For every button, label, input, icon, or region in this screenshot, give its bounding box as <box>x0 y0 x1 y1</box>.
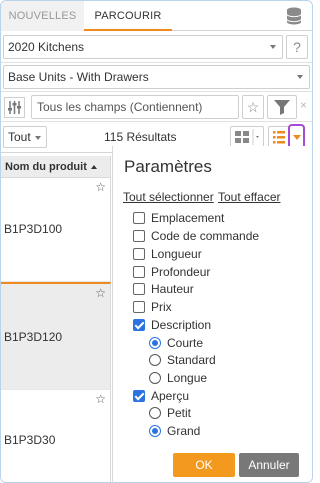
grid-view-button[interactable] <box>230 126 264 148</box>
option-label: Prix <box>151 300 172 314</box>
category-select[interactable]: Base Units - With Drawers <box>3 65 310 89</box>
filter-button[interactable] <box>267 95 297 119</box>
list-item[interactable]: ☆ B1P3D100 <box>1 178 111 282</box>
sort-ascending-icon <box>90 165 97 170</box>
catalog-select[interactable]: 2020 Kitchens <box>3 35 283 59</box>
list-item[interactable]: ☆ B1P3D30 <box>1 390 111 482</box>
search-input[interactable] <box>31 95 239 119</box>
option-label: Code de commande <box>151 229 260 243</box>
option-label: Hauteur <box>151 282 194 296</box>
checkbox[interactable] <box>133 212 145 224</box>
settings-title: Paramètres <box>124 157 212 176</box>
option-label: Aperçu <box>151 389 190 403</box>
favorite-star-icon[interactable]: ☆ <box>95 286 106 300</box>
ok-button[interactable]: OK <box>173 453 235 477</box>
cancel-button[interactable]: Annuler <box>239 453 299 477</box>
option-label: Standard <box>167 353 216 367</box>
app-frame: NOUVELLES PARCOURIR 2020 Kitchens ? Base… <box>0 0 313 483</box>
list-item[interactable]: ☆ B1P3D120 <box>1 282 111 390</box>
option-label: Grand <box>167 424 201 438</box>
column-header-product-name[interactable]: Nom du produit <box>1 156 111 178</box>
product-name: B1P3D120 <box>4 330 63 344</box>
favorite-star-button[interactable]: ☆ <box>242 95 264 119</box>
checkbox[interactable] <box>133 266 145 278</box>
chevron-down-icon <box>35 136 41 140</box>
option-label: Courte <box>167 336 204 350</box>
chevron-down-icon <box>293 135 301 140</box>
checkbox-checked[interactable] <box>133 319 145 331</box>
settings-panel: Paramètres Tout sélectionner Tout efface… <box>112 146 312 482</box>
option-label: Description <box>151 318 212 332</box>
radio-selected[interactable] <box>149 425 161 437</box>
filter-dropdown[interactable]: Tout <box>3 126 47 148</box>
radio-selected[interactable] <box>149 337 161 349</box>
checkbox[interactable] <box>133 248 145 260</box>
checkbox-checked[interactable] <box>133 390 145 402</box>
radio[interactable] <box>149 372 161 384</box>
field-filter-icon[interactable] <box>4 97 28 119</box>
favorite-star-icon[interactable]: ☆ <box>95 392 106 406</box>
option-label: Profondeur <box>151 265 211 279</box>
product-name: B1P3D100 <box>4 222 63 236</box>
tab-bar: NOUVELLES PARCOURIR <box>1 1 312 31</box>
category-row: Base Units - With Drawers <box>1 63 312 92</box>
product-name: B1P3D30 <box>4 433 56 447</box>
option-label: Emplacement <box>151 211 225 225</box>
category-select-value: Base Units - With Drawers <box>8 70 149 84</box>
filter-dropdown-value: Tout <box>8 130 31 144</box>
option-label: Petit <box>167 406 192 420</box>
radio[interactable] <box>149 354 161 366</box>
option-label: Longueur <box>151 247 202 261</box>
search-row: ☆ × <box>1 92 312 122</box>
clear-all-link[interactable]: Tout effacer <box>218 190 280 204</box>
funnel-icon <box>274 100 290 115</box>
checkbox[interactable] <box>133 301 145 313</box>
grid-view-icon <box>235 129 259 145</box>
list-view-icon <box>273 131 285 144</box>
checkbox[interactable] <box>133 283 145 295</box>
tab-nouvelles[interactable]: NOUVELLES <box>1 1 84 31</box>
radio[interactable] <box>149 407 161 419</box>
option-label: Longue <box>167 371 208 385</box>
favorite-star-icon[interactable]: ☆ <box>95 180 106 194</box>
chevron-down-icon <box>297 75 303 79</box>
chevron-down-icon <box>270 45 276 49</box>
checkbox[interactable] <box>133 230 145 242</box>
column-header-label: Nom du produit <box>5 161 87 173</box>
catalog-row: 2020 Kitchens ? <box>1 32 312 63</box>
catalog-select-value: 2020 Kitchens <box>8 40 85 54</box>
select-all-link[interactable]: Tout sélectionner <box>123 190 214 204</box>
database-icon[interactable] <box>286 7 302 25</box>
tab-parcourir[interactable]: PARCOURIR <box>84 1 172 31</box>
clear-search-button[interactable]: × <box>300 98 307 112</box>
help-button[interactable]: ? <box>286 35 308 59</box>
